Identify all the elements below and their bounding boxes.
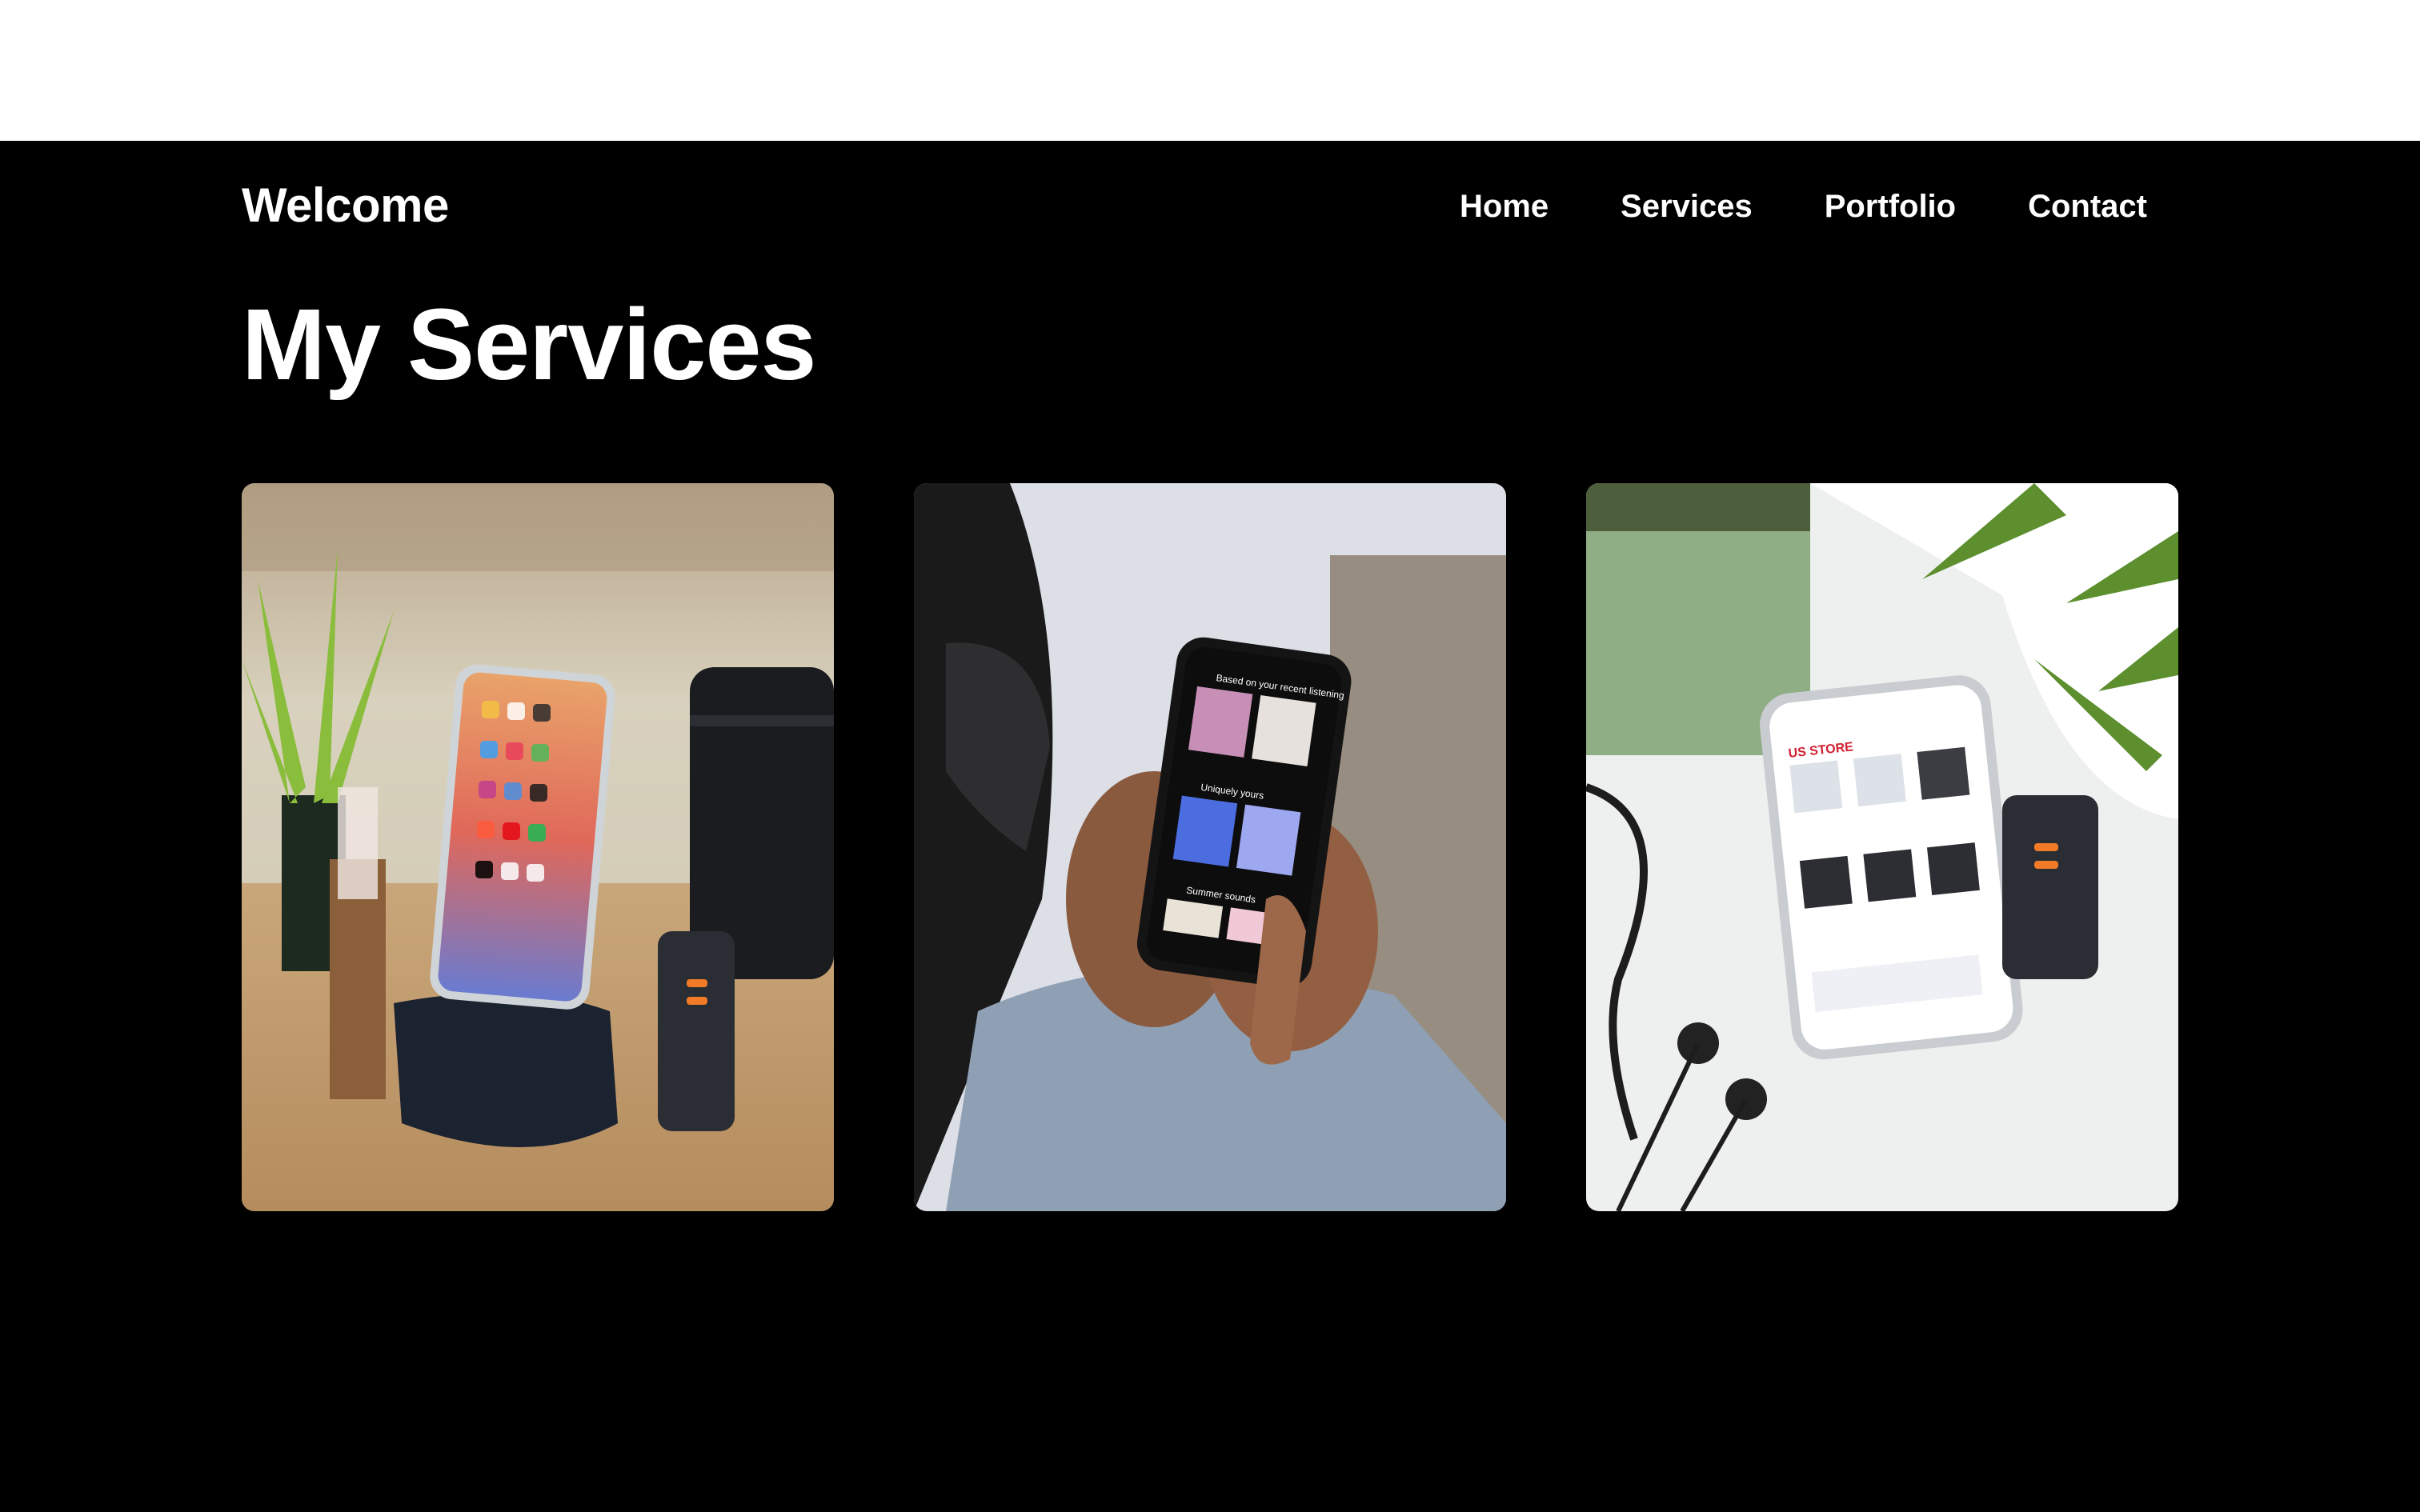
nav-portfolio[interactable]: Portfolio [1825, 189, 1956, 225]
services-section: Welcome Home Services Portfolio Contact … [0, 141, 2420, 1512]
phone-on-stand-image [242, 483, 834, 1211]
main-nav: Home Services Portfolio Contact [1460, 189, 2147, 225]
music-app-image: Based on your recent listening Uniquely … [914, 483, 1506, 1211]
nav-services[interactable]: Services [1621, 189, 1753, 225]
store-app-image: US STORE [1586, 483, 2178, 1211]
nav-home[interactable]: Home [1460, 189, 1549, 225]
site-brand[interactable]: Welcome [242, 178, 449, 233]
top-white-band [0, 0, 2420, 141]
nav-contact[interactable]: Contact [2028, 189, 2147, 225]
page-title: My Services [242, 288, 816, 401]
service-card-3[interactable]: US STORE [1586, 483, 2178, 1211]
service-card-1[interactable] [242, 483, 834, 1211]
service-cards: Based on your recent listening Uniquely … [242, 483, 2178, 1211]
service-card-2[interactable]: Based on your recent listening Uniquely … [914, 483, 1506, 1211]
